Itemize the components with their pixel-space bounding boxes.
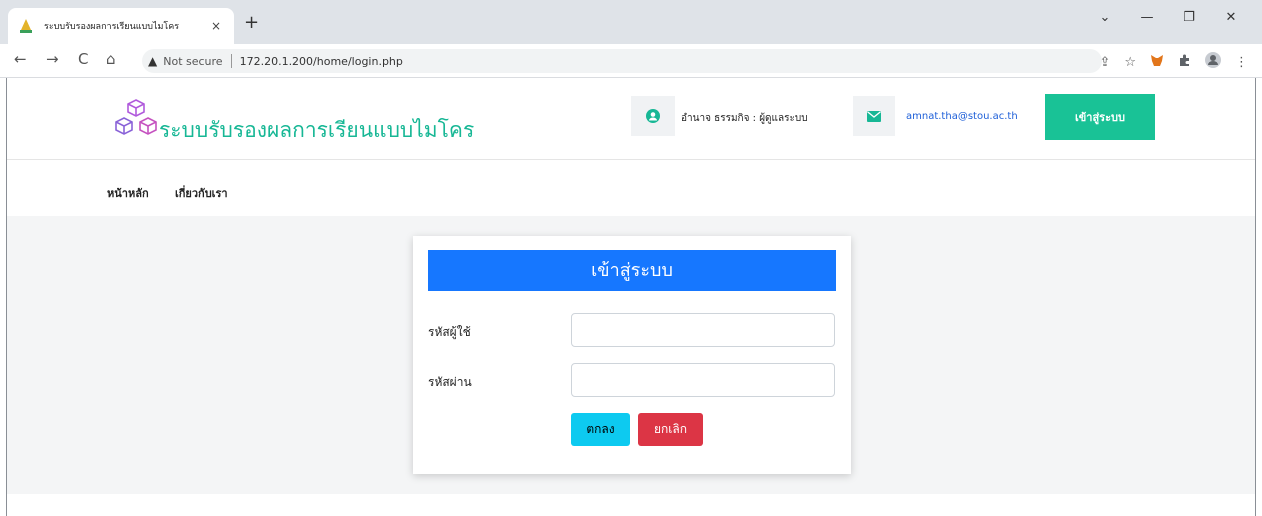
- not-secure-label[interactable]: Not secure: [163, 55, 222, 68]
- browser-tab[interactable]: ระบบรับรองผลการเรียนแบบไมโคร ×: [8, 8, 234, 44]
- home-icon[interactable]: ⌂: [106, 50, 116, 68]
- user-circle-icon: [631, 96, 675, 136]
- web-page: ระบบรับรองผลการเรียนแบบไมโคร อำนาจ ธรรมก…: [6, 78, 1256, 516]
- main-content: เข้าสู่ระบบ รหัสผู้ใช้ รหัสผ่าน ตกลง ยกเ…: [7, 216, 1255, 494]
- back-icon[interactable]: ←: [14, 50, 27, 68]
- site-header: ระบบรับรองผลการเรียนแบบไมโคร อำนาจ ธรรมก…: [7, 78, 1255, 160]
- header-login-button[interactable]: เข้าสู่ระบบ: [1045, 94, 1155, 140]
- login-card-title: เข้าสู่ระบบ: [428, 250, 836, 291]
- cubes-logo-icon: [111, 98, 161, 140]
- forward-icon[interactable]: →: [46, 50, 59, 68]
- envelope-icon: [853, 96, 895, 136]
- window-controls: ⌄ — ❐ ✕: [1084, 10, 1252, 25]
- nav-about-link[interactable]: เกี่ยวกับเรา: [175, 184, 228, 202]
- restore-icon[interactable]: ❐: [1168, 10, 1210, 25]
- password-input[interactable]: [571, 363, 835, 397]
- username-label: รหัสผู้ใช้: [428, 325, 471, 339]
- profile-avatar-icon[interactable]: [1205, 52, 1221, 72]
- warning-icon[interactable]: ▲: [148, 54, 157, 68]
- email-link[interactable]: amnat.tha@stou.ac.th: [906, 111, 1018, 122]
- cancel-button[interactable]: ยกเลิก: [638, 413, 703, 446]
- main-nav: หน้าหลัก เกี่ยวกับเรา: [7, 161, 1255, 215]
- address-bar[interactable]: ▲ Not secure 172.20.1.200/home/login.php: [142, 49, 1102, 73]
- metamask-extension-icon[interactable]: [1150, 54, 1164, 71]
- bookmark-star-icon[interactable]: ☆: [1124, 55, 1136, 70]
- site-favicon-icon: [18, 18, 34, 34]
- site-title[interactable]: ระบบรับรองผลการเรียนแบบไมโคร: [159, 114, 474, 147]
- extensions-puzzle-icon[interactable]: [1178, 54, 1191, 71]
- password-label: รหัสผ่าน: [428, 375, 472, 389]
- ok-button[interactable]: ตกลง: [571, 413, 630, 446]
- url-text[interactable]: 172.20.1.200/home/login.php: [240, 55, 403, 68]
- tab-search-icon[interactable]: ⌄: [1084, 10, 1126, 25]
- browser-tab-bar: ระบบรับรองผลการเรียนแบบไมโคร × + ⌄ — ❐ ✕: [0, 0, 1262, 44]
- tab-title: ระบบรับรองผลการเรียนแบบไมโคร: [44, 22, 180, 32]
- minimize-icon[interactable]: —: [1126, 10, 1168, 25]
- user-name-role: อำนาจ ธรรมกิจ : ผู้ดูแลระบบ: [681, 113, 808, 124]
- new-tab-button[interactable]: +: [244, 12, 259, 33]
- toolbar-right-icons: ⇪ ☆ ⋮: [1099, 52, 1248, 72]
- tab-close-icon[interactable]: ×: [208, 19, 224, 33]
- browser-menu-icon[interactable]: ⋮: [1235, 55, 1248, 70]
- reload-icon[interactable]: C: [78, 50, 88, 68]
- browser-toolbar: ← → C ⌂ ▲ Not secure 172.20.1.200/home/l…: [0, 44, 1262, 78]
- nav-home-link[interactable]: หน้าหลัก: [107, 184, 149, 202]
- login-card: เข้าสู่ระบบ รหัสผู้ใช้ รหัสผ่าน ตกลง ยกเ…: [413, 236, 851, 474]
- share-icon[interactable]: ⇪: [1099, 55, 1110, 70]
- username-input[interactable]: [571, 313, 835, 347]
- close-window-icon[interactable]: ✕: [1210, 10, 1252, 25]
- omnibox-divider: [230, 54, 232, 68]
